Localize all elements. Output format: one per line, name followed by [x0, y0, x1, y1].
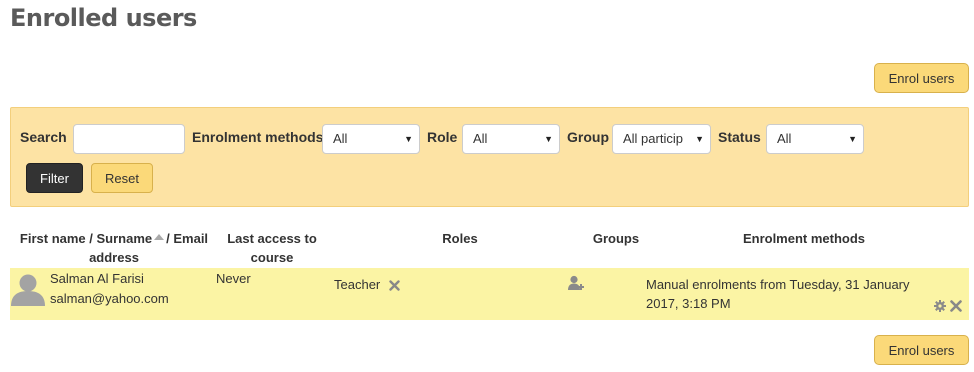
sort-asc-icon [154, 234, 165, 240]
group-label: Group [567, 129, 609, 145]
filter-button[interactable]: Filter [26, 163, 83, 193]
chevron-down-icon: ▼ [404, 134, 413, 144]
enrolment-methods-value: All [333, 131, 348, 146]
enrolment-methods-select[interactable]: All ▼ [322, 124, 420, 154]
header-last-access-line1: Last access to [227, 231, 317, 246]
chevron-down-icon: ▼ [848, 134, 857, 144]
header-last-access-line2: course [250, 250, 294, 265]
enrol-users-button-bottom[interactable]: Enrol users [874, 335, 969, 365]
header-name-email: First name / Surname / Email address [14, 229, 214, 267]
status-select[interactable]: All ▼ [766, 124, 864, 154]
role-label: Role [427, 129, 458, 145]
page-title: Enrolled users [10, 4, 197, 32]
header-email-link[interactable]: / Email [166, 231, 208, 246]
role-value: All [473, 131, 488, 146]
enrolment-method-line1: Manual enrolments from Tuesday, 31 Janua… [646, 277, 910, 292]
header-roles: Roles [442, 231, 478, 246]
avatar [11, 274, 45, 306]
chevron-down-icon: ▼ [544, 134, 553, 144]
header-last-access[interactable]: Last access to course [222, 229, 322, 267]
role-select[interactable]: All ▼ [462, 124, 560, 154]
user-add-icon[interactable] [568, 275, 586, 291]
header-name-link[interactable]: First name / Surname [20, 231, 152, 246]
close-icon[interactable] [389, 280, 400, 291]
search-input[interactable] [73, 124, 185, 154]
status-value: All [777, 131, 792, 146]
enrolment-methods-label: Enrolment methods [192, 129, 324, 145]
unenrol-close-icon[interactable] [950, 300, 962, 312]
reset-button[interactable]: Reset [91, 163, 153, 193]
gear-icon[interactable] [934, 300, 946, 312]
header-address: address [89, 250, 139, 265]
enrol-users-button-top[interactable]: Enrol users [874, 63, 969, 93]
header-enrolment-methods: Enrolment methods [742, 231, 866, 246]
chevron-down-icon: ▼ [695, 134, 704, 144]
table-row: Salman Al Farisi salman@yahoo.com Never … [10, 268, 969, 320]
group-select[interactable]: All particip ▼ [612, 124, 711, 154]
role-badge: Teacher [334, 277, 381, 292]
enrolment-method-line2: 2017, 3:18 PM [646, 296, 731, 311]
last-access-value: Never [216, 271, 251, 286]
header-groups: Groups [592, 231, 640, 246]
group-value: All particip [623, 131, 683, 146]
status-label: Status [718, 129, 761, 145]
filter-panel: Search Enrolment methods All ▼ Role All … [10, 107, 969, 207]
user-name[interactable]: Salman Al Farisi [50, 269, 144, 289]
user-email: salman@yahoo.com [50, 291, 169, 306]
search-label: Search [20, 129, 67, 145]
